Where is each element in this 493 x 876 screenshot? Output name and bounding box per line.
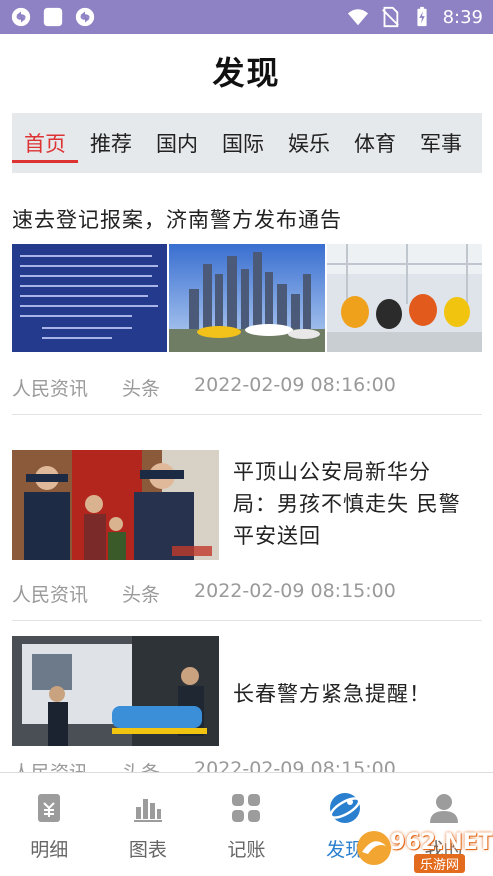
- nav-label: 明细: [30, 839, 69, 861]
- sync-icon: [11, 7, 31, 27]
- tab-international[interactable]: 国际: [210, 113, 276, 173]
- nav-charts[interactable]: 图表: [99, 773, 198, 876]
- news-image-row[interactable]: [12, 244, 482, 352]
- divider: [12, 620, 482, 621]
- news-time: 2022-02-09 08:16:00: [194, 374, 396, 396]
- news-thumbnail: [12, 450, 219, 560]
- gyroplane-image: [326, 244, 482, 352]
- watermark-text: 962.NET: [390, 830, 493, 855]
- ledger-icon: [38, 794, 61, 822]
- tab-home[interactable]: 首页: [12, 113, 78, 173]
- watermark-logo: 962.NET 乐游网: [354, 826, 493, 873]
- discover-icon: [329, 793, 361, 823]
- news-item[interactable]: 平顶山公安局新华分局：男孩不慎走失 民警平安送回 人民资讯 头条 2022-02…: [0, 416, 493, 622]
- news-source: 人民资讯: [12, 584, 89, 606]
- nav-label: 记账: [227, 839, 266, 861]
- nav-details[interactable]: 明细: [0, 773, 99, 876]
- no-sim-icon: [381, 6, 399, 28]
- news-time: 2022-02-09 08:15:00: [194, 758, 396, 772]
- header: 发现: [0, 34, 493, 108]
- news-thumbnail: [12, 636, 219, 746]
- wifi-icon: [347, 9, 368, 26]
- news-meta: 人民资讯 头条 2022-02-09 08:16:00: [12, 374, 396, 401]
- tab-sports[interactable]: 体育: [342, 113, 408, 173]
- square-icon: [43, 7, 63, 27]
- news-source: 人民资讯: [12, 378, 89, 400]
- news-category: 头条: [122, 584, 161, 606]
- news-time: 2022-02-09 08:15:00: [194, 580, 396, 602]
- divider: [12, 414, 482, 415]
- user-icon: [429, 794, 458, 823]
- tab-entertainment[interactable]: 娱乐: [276, 113, 342, 173]
- nav-label: 图表: [128, 839, 167, 861]
- bar-chart-icon: [133, 799, 162, 822]
- tab-military[interactable]: 军事: [408, 113, 474, 173]
- news-source: 人民资讯: [12, 758, 88, 772]
- battery-charging-icon: [416, 6, 427, 27]
- watermark-icon: [357, 831, 391, 865]
- sync-icon: [75, 7, 95, 27]
- status-bar: 8:39: [0, 0, 493, 34]
- news-title[interactable]: 平顶山公安局新华分局：男孩不慎走失 民警平安送回: [233, 456, 473, 552]
- news-category: 头条: [122, 378, 161, 400]
- grid-icon: [232, 794, 261, 822]
- news-item[interactable]: 长春警方紧急提醒！ 人民资讯 头条 2022-02-09 08:15:00: [0, 622, 493, 772]
- watermark-subtext: 乐游网: [414, 854, 466, 873]
- tab-recommend[interactable]: 推荐: [78, 113, 144, 173]
- news-category: 头条: [122, 758, 160, 772]
- skyline-image: [169, 244, 325, 352]
- tab-domestic[interactable]: 国内: [144, 113, 210, 173]
- news-title[interactable]: 速去登记报案，济南警方发布通告: [12, 204, 342, 234]
- news-item[interactable]: 速去登记报案，济南警方发布通告 人民资讯 头条 2022-02-09 08:16…: [0, 176, 493, 416]
- news-meta: 人民资讯 头条 2022-02-09 08:15:00: [12, 580, 396, 607]
- page-title: 发现: [212, 54, 281, 92]
- clock: 8:39: [442, 6, 483, 28]
- notice-image: [12, 244, 168, 352]
- news-feed[interactable]: 速去登记报案，济南警方发布通告 人民资讯 头条 2022-02-09 08:16…: [0, 176, 493, 772]
- nav-bookkeeping[interactable]: 记账: [197, 773, 296, 876]
- news-title[interactable]: 长春警方紧急提醒！: [233, 678, 473, 710]
- news-meta: 人民资讯 头条 2022-02-09 08:15:00: [12, 758, 396, 772]
- category-tabs: 首页 推荐 国内 国际 娱乐 体育 军事: [12, 113, 482, 173]
